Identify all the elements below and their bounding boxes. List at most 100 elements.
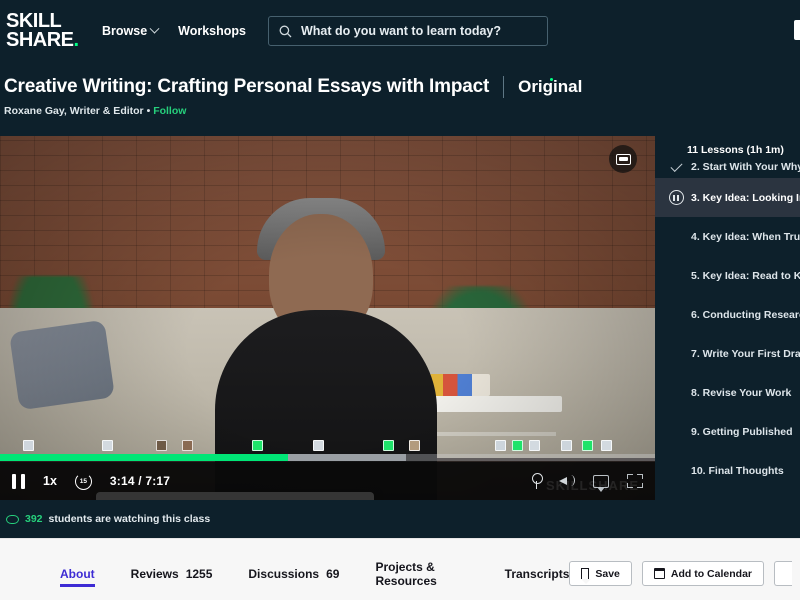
video-player[interactable]: Ali Consider context: "Everything happen… (0, 136, 655, 500)
watching-count: 392 (25, 513, 43, 525)
comment-markers[interactable] (0, 440, 655, 453)
volume-icon[interactable] (559, 474, 575, 488)
overflow-action-button-partial[interactable] (774, 561, 792, 586)
comment-marker[interactable] (313, 440, 325, 451)
lesson-list-item[interactable]: 7. Write Your First Draft (655, 334, 800, 373)
lesson-list-heading: 11 Lessons (1h 1m) (687, 144, 784, 156)
logo-dot: . (73, 29, 80, 51)
timecode: 3:14 / 7:17 (109, 474, 171, 488)
title-row: Creative Writing: Crafting Personal Essa… (4, 76, 800, 98)
rewind-label: 15 (79, 477, 88, 485)
lesson-label: 8. Revise Your Work (691, 386, 792, 399)
playback-speed-button[interactable]: 1x (43, 474, 57, 488)
page-title: Creative Writing: Crafting Personal Essa… (4, 76, 490, 97)
tab-label: About (60, 566, 95, 581)
lesson-label: 9. Getting Published (691, 425, 793, 438)
tab-label: Discussions (248, 566, 320, 581)
comment-marker[interactable] (512, 440, 524, 451)
tab-transcripts[interactable]: Transcripts (505, 539, 570, 600)
rewind-15-icon[interactable]: 15 (74, 472, 92, 490)
search-icon (279, 25, 292, 37)
tab-actions: Save Add to Calendar (569, 553, 792, 586)
skillshare-logo[interactable]: SKILL SHARE. (6, 11, 80, 51)
pause-button[interactable] (12, 473, 25, 489)
skillshare-class-page: SKILL SHARE. Browse Workshops What do yo… (0, 0, 800, 600)
lesson-label: 5. Key Idea: Read to Kno (691, 269, 800, 282)
title-divider (503, 76, 505, 98)
tab-label: Transcripts (504, 566, 570, 581)
header-right-partial[interactable] (794, 20, 800, 40)
fullscreen-icon[interactable] (627, 474, 643, 488)
lesson-list-item[interactable]: 3. Key Idea: Looking Inw (655, 178, 800, 217)
content-tabbar: About Reviews 1255 Discussions 69 Projects & … (0, 538, 800, 600)
watching-now-strip: 392 students are watching this class (0, 500, 800, 538)
nav-workshops-label: Workshops (178, 24, 246, 38)
lesson-list-item[interactable]: 10. Final Thoughts (655, 451, 800, 490)
search-placeholder: What do you want to learn today? (301, 24, 501, 38)
byline-separator: • (146, 105, 151, 117)
closed-caption-icon[interactable] (609, 145, 637, 173)
comment-marker[interactable] (22, 440, 34, 451)
lesson-list-item[interactable]: 6. Conducting Research (655, 295, 800, 334)
lesson-list-item[interactable]: 5. Key Idea: Read to Kno (655, 256, 800, 295)
lesson-list-item[interactable]: 11. What's Next on Skillsh (655, 490, 800, 500)
nav-item-browse[interactable]: Browse (102, 23, 160, 38)
tab-label: Projects & Resources (375, 559, 437, 588)
check-icon (669, 159, 683, 172)
site-header: SKILL SHARE. Browse Workshops What do yo… (0, 0, 800, 62)
comment-marker[interactable] (600, 440, 612, 451)
tab-list: About Reviews 1255 Discussions 69 Projects & … (0, 539, 569, 600)
comment-marker[interactable] (252, 440, 264, 451)
comment-marker[interactable] (582, 440, 594, 451)
lesson-list-item[interactable]: 4. Key Idea: When Truth (655, 217, 800, 256)
lesson-label: 3. Key Idea: Looking Inw (691, 191, 800, 204)
status-badge: Original (518, 77, 582, 97)
tab-about[interactable]: About (60, 539, 95, 600)
calendar-icon (653, 568, 666, 579)
lesson-label: 2. Start With Your Why (691, 161, 800, 173)
add-to-calendar-label: Add to Calendar (670, 567, 752, 580)
lesson-list: 2. Start With Your Why 3. Key Idea: Looki… (655, 156, 800, 500)
comment-marker[interactable] (560, 440, 572, 451)
lesson-status-playing (665, 190, 687, 205)
lesson-list-item[interactable]: 2. Start With Your Why (655, 156, 800, 178)
pause-circle-icon (668, 190, 684, 205)
watching-label: students are watching this class (48, 513, 211, 525)
lesson-label: 4. Key Idea: When Truth (691, 230, 800, 243)
pin-icon[interactable] (532, 473, 543, 489)
player-right-controls (532, 473, 643, 492)
tab-count: 69 (326, 566, 340, 581)
logo-line-2: SHARE. (6, 29, 80, 51)
nav-browse-label: Browse (102, 24, 148, 38)
chevron-down-icon (149, 23, 160, 34)
comment-marker[interactable] (529, 440, 541, 451)
comment-marker[interactable] (102, 440, 114, 451)
comment-marker[interactable] (155, 440, 167, 451)
player-controls: 1x 15 3:14 / 7:17 SKILLSHARE (0, 462, 655, 500)
tab-discussions[interactable]: Discussions 69 (248, 539, 339, 600)
course-header: Creative Writing: Crafting Personal Essa… (0, 62, 800, 136)
add-to-calendar-button[interactable]: Add to Calendar (641, 561, 764, 586)
lesson-list-item[interactable]: 9. Getting Published (655, 412, 800, 451)
save-button[interactable]: Save (569, 561, 632, 586)
note-icon[interactable] (593, 474, 609, 492)
lesson-list-item[interactable]: 8. Revise Your Work (655, 373, 800, 412)
instructor-byline: Roxane Gay, Writer & Editor • Follow (4, 105, 800, 117)
progress-played (0, 454, 289, 461)
comment-marker[interactable] (382, 440, 394, 451)
search-input[interactable]: What do you want to learn today? (268, 16, 548, 46)
comment-marker[interactable] (408, 440, 420, 451)
tab-reviews[interactable]: Reviews 1255 (131, 539, 213, 600)
instructor-name[interactable]: Roxane Gay, Writer & Editor (4, 105, 144, 117)
comment-marker[interactable] (495, 440, 507, 451)
tab-label: Reviews (130, 566, 179, 581)
lesson-label: 7. Write Your First Draft (691, 347, 800, 360)
save-label: Save (595, 567, 620, 580)
lesson-list-panel[interactable]: 11 Lessons (1h 1m) 2. Start With Your Wh… (655, 136, 800, 500)
nav-item-workshops[interactable]: Workshops (178, 24, 246, 38)
tab-projects-resources[interactable]: Projects & Resources (375, 539, 468, 600)
follow-button[interactable]: Follow (153, 105, 186, 117)
primary-nav: Browse Workshops (102, 23, 246, 38)
comment-marker[interactable] (182, 440, 194, 451)
video-progress-bar[interactable] (0, 440, 655, 462)
